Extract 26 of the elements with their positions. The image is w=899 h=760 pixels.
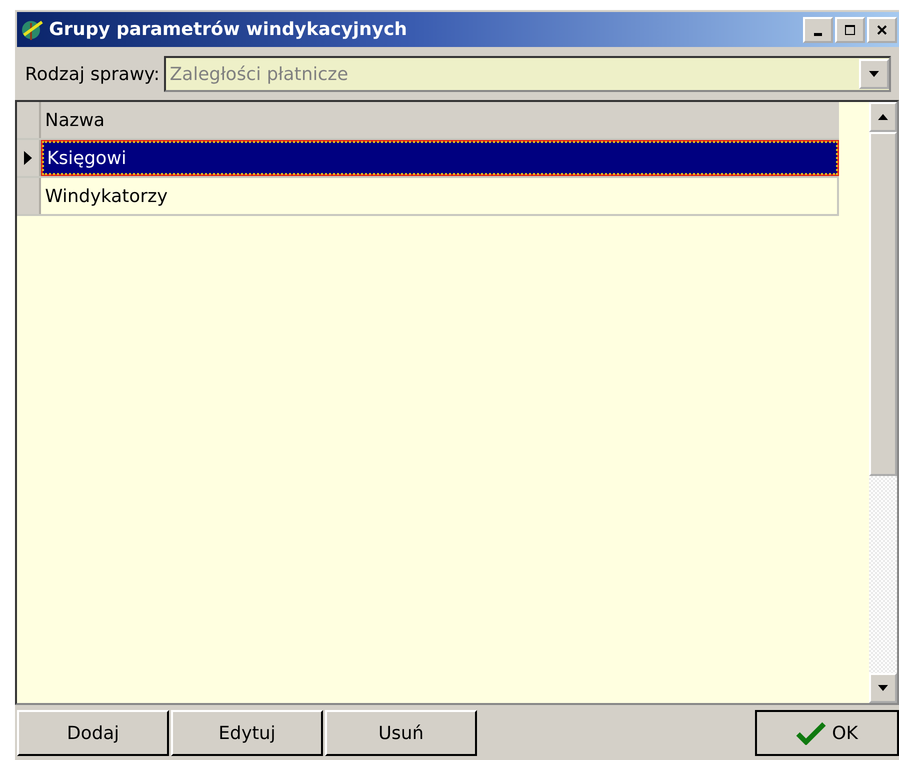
minimize-icon bbox=[814, 33, 822, 36]
action-button[interactable]: Dodaj bbox=[17, 710, 169, 756]
caret-icon bbox=[869, 71, 879, 77]
checkmark-icon bbox=[796, 721, 826, 745]
current-row-icon bbox=[24, 151, 32, 165]
table-cell[interactable]: Księgowi bbox=[41, 140, 839, 176]
window-title: Grupy parametrów windykacyjnych bbox=[49, 19, 408, 40]
scroll-up-button[interactable] bbox=[869, 102, 897, 132]
filter-label: Rodzaj sprawy: bbox=[25, 64, 160, 84]
row-indicator[interactable] bbox=[17, 140, 41, 176]
app-icon bbox=[21, 18, 45, 40]
ok-button[interactable]: OK bbox=[755, 710, 899, 756]
table-cell[interactable]: Windykatorzy bbox=[41, 178, 839, 214]
scroll-thumb[interactable] bbox=[869, 132, 897, 476]
maximize-icon bbox=[844, 24, 856, 36]
up-arrow-icon bbox=[878, 114, 888, 120]
action-button[interactable]: Edytuj bbox=[171, 710, 323, 756]
close-button[interactable] bbox=[867, 16, 897, 42]
minimize-button[interactable] bbox=[803, 16, 833, 42]
down-arrow-icon bbox=[878, 685, 888, 691]
vertical-scrollbar[interactable] bbox=[869, 102, 897, 703]
action-button[interactable]: Usuń bbox=[325, 710, 477, 756]
scroll-down-button[interactable] bbox=[869, 673, 897, 703]
close-icon bbox=[876, 24, 888, 36]
column-header[interactable]: Nazwa bbox=[41, 102, 839, 138]
maximize-button[interactable] bbox=[835, 16, 865, 42]
